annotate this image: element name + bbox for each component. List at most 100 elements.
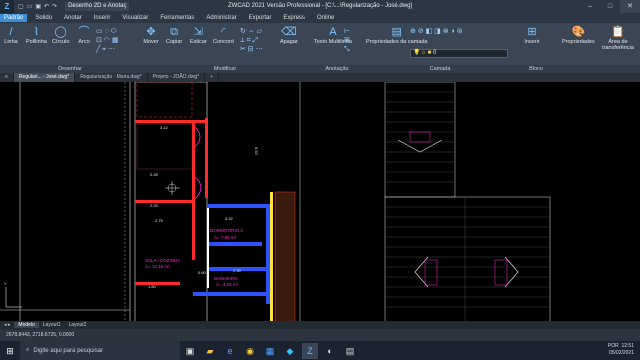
- insert-block-label: Inserir: [524, 39, 540, 45]
- ribbon-panel: / Linha ⌇ Polilinha ◯ Círculo ⌒ Arco ▭ ◌ ⬭ ⊡ …: [0, 23, 640, 65]
- erase-icon: ⌫: [281, 26, 297, 38]
- dimension-text: 2.30: [233, 268, 242, 273]
- group-camada: Camada: [364, 65, 516, 73]
- new-file-icon[interactable]: ▢: [18, 3, 24, 10]
- insert-block-button[interactable]: ⊞ Inserir: [524, 25, 540, 45]
- doc-tab-jose[interactable]: Regulari... - José.dwg*: [13, 73, 76, 82]
- save-icon[interactable]: ▣: [35, 3, 41, 10]
- tab-administrar[interactable]: Administrar: [206, 15, 236, 21]
- new-tab-icon[interactable]: +: [205, 73, 219, 82]
- redo-icon[interactable]: ↷: [52, 3, 57, 10]
- app-logo-icon[interactable]: Z: [0, 0, 14, 13]
- app-icon[interactable]: ◐: [322, 343, 338, 359]
- dimension-text: 5.53: [254, 147, 259, 156]
- chrome-icon[interactable]: ◉: [242, 343, 258, 359]
- layer-properties-icon: ▤: [391, 26, 402, 38]
- coordinate-readout: 2678.8443, 2718.6725, 0.0000: [6, 332, 75, 338]
- layer-properties-label: Propriedades da camada: [366, 39, 428, 45]
- layer-tool-icons[interactable]: ⊕ ⊘ ◧ ◨ ⊗ ◑ ⊜: [410, 27, 508, 37]
- room-label: DORMITÓRIO 2: [210, 227, 243, 233]
- dimension-text: 2.25: [150, 203, 159, 208]
- fillet-icon: ◜: [221, 26, 226, 38]
- move-label: Mover: [143, 39, 159, 45]
- group-desenhar: Desenhar: [0, 65, 140, 73]
- undo-icon[interactable]: ↶: [44, 3, 49, 10]
- draw-small-tools[interactable]: ▭ ◌ ⬭ ⊡ ◠ ▦ ╱ ⌖ ⋯: [96, 27, 136, 57]
- doc-tab-joao[interactable]: Projeto - JOÃO.dwg*: [148, 73, 206, 82]
- line-icon: /: [9, 26, 13, 38]
- drawing-canvas[interactable]: DORMITÓRIO 2 A= 7,88 m² SALA / COZINHA A…: [0, 82, 640, 322]
- store-icon[interactable]: ▦: [262, 343, 278, 359]
- task-view-icon[interactable]: ▣: [182, 343, 198, 359]
- windows-start-icon[interactable]: ⊞: [2, 343, 18, 359]
- polyline-icon: ⌇: [33, 26, 40, 38]
- tray-lang: POR: [607, 343, 619, 349]
- app-icon[interactable]: ◆: [282, 343, 298, 359]
- tab-anotar[interactable]: Anotar: [64, 15, 82, 21]
- line-button[interactable]: / Linha: [3, 25, 19, 45]
- copy-button[interactable]: ⧉ Copiar: [166, 25, 182, 45]
- document-tabs: ≡ Regulari... - José.dwg* Regularização …: [0, 73, 640, 82]
- move-icon: ✥: [146, 26, 156, 38]
- tab-padrao[interactable]: Padrão: [0, 14, 28, 22]
- arc-label: Arco: [78, 39, 90, 45]
- layout-nav-icon[interactable]: ◂ ▸: [0, 322, 14, 328]
- ribbon-tabs: Padrão Solido Anotar Inserir Visualizar …: [0, 13, 640, 23]
- dimension-text: 2.75: [155, 218, 164, 223]
- clipboard-button[interactable]: 📋 Área de transferência: [598, 25, 638, 51]
- zwcad-taskbar-icon[interactable]: Z: [302, 342, 318, 359]
- room-label: BANHEIRO: [214, 276, 238, 281]
- close-button[interactable]: ✕: [620, 0, 640, 13]
- tab-online[interactable]: Online: [317, 15, 334, 21]
- file-explorer-icon[interactable]: ▰: [202, 343, 218, 359]
- copy-icon: ⧉: [170, 26, 179, 38]
- search-placeholder: Digite aqui para pesquisar: [33, 347, 104, 354]
- tab-exportar[interactable]: Exportar: [249, 15, 272, 21]
- tab-layout1[interactable]: Layout1: [39, 322, 65, 328]
- arc-icon: ⌒: [78, 26, 90, 38]
- room-label: SALA / COZINHA: [145, 258, 180, 263]
- tray-date: 05/02/2021: [608, 350, 634, 356]
- edge-icon[interactable]: e: [222, 343, 238, 359]
- tab-layout2[interactable]: Layout2: [65, 322, 91, 328]
- ucs-icon: Y: [4, 281, 7, 286]
- tray-time: 12:51: [621, 343, 634, 349]
- palette-icon: 🎨: [571, 26, 586, 38]
- maximize-button[interactable]: □: [600, 0, 620, 13]
- fillet-button[interactable]: ◜ Concord: [213, 25, 234, 45]
- workspace-selector[interactable]: Desenho 2D e Anotaç: [65, 2, 130, 11]
- properties-button[interactable]: 🎨 Propriedades: [562, 25, 595, 45]
- system-tray[interactable]: POR 12:51 05/02/2021: [608, 343, 634, 357]
- stretch-button[interactable]: ⇲ Esticar: [190, 25, 207, 45]
- tab-solido[interactable]: Solido: [35, 15, 52, 21]
- tabs-menu-icon[interactable]: ≡: [0, 73, 14, 82]
- move-button[interactable]: ✥ Mover: [143, 25, 159, 45]
- circle-button[interactable]: ◯ Círculo: [52, 25, 69, 45]
- tab-visualizar[interactable]: Visualizar: [122, 15, 148, 21]
- polyline-button[interactable]: ⌇ Polilinha: [26, 25, 47, 45]
- app-icon[interactable]: ▤: [342, 343, 358, 359]
- tab-inserir[interactable]: Inserir: [94, 15, 111, 21]
- tab-modelo[interactable]: Modelo: [14, 322, 39, 328]
- taskbar-search[interactable]: ⌕ Digite aqui para pesquisar: [20, 341, 180, 360]
- group-modificar: Modificar: [140, 65, 310, 73]
- arc-button[interactable]: ⌒ Arco: [76, 25, 92, 45]
- layout-tabs: ◂ ▸ Modelo Layout1 Layout2: [0, 321, 640, 329]
- tab-express[interactable]: Express: [283, 15, 305, 21]
- open-file-icon[interactable]: ▭: [27, 3, 33, 10]
- room-area: A= 12,46 m²: [145, 264, 170, 269]
- insert-block-icon: ⊞: [527, 26, 537, 38]
- stretch-label: Esticar: [190, 39, 207, 45]
- cad-drawing: DORMITÓRIO 2 A= 7,88 m² SALA / COZINHA A…: [0, 82, 551, 322]
- annotate-small-tools[interactable]: ⊢ ⊞ ⤡: [344, 27, 360, 57]
- search-icon: ⌕: [26, 347, 30, 353]
- erase-button[interactable]: ⌫ Apagar: [280, 25, 298, 45]
- text-icon: A: [329, 26, 337, 38]
- windows-taskbar: ⊞ ⌕ Digite aqui para pesquisar ▣ ▰ e ◉ ▦…: [0, 341, 640, 360]
- minimize-button[interactable]: –: [580, 0, 600, 13]
- layer-dropdown[interactable]: 💡☼ ■ 0: [410, 49, 508, 58]
- doc-tab-maria[interactable]: Regularização - Maria.dwg*: [75, 73, 148, 82]
- room-area: A= 7,88 m²: [214, 235, 237, 240]
- tab-ferramentas[interactable]: Ferramentas: [160, 15, 194, 21]
- modify-small-tools[interactable]: ↻ ⇔ ▱ ⟂ ⌗ ⤢ ✂ ⊟ ⋯: [240, 27, 276, 57]
